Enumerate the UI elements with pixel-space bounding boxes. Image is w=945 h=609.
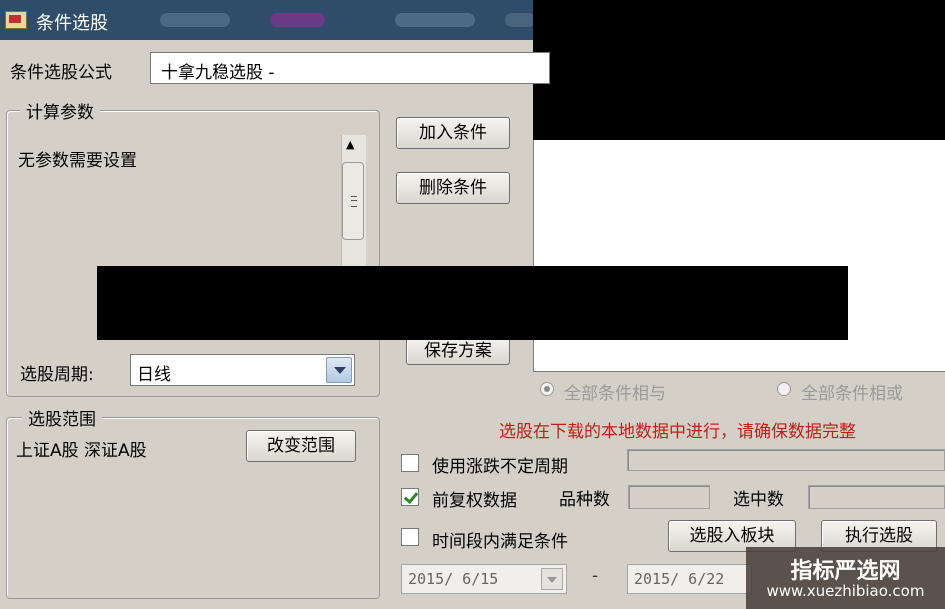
end-date-value: 2015/ 6/22	[634, 570, 725, 588]
title-blur	[505, 13, 535, 27]
range-legend: 选股范围	[22, 405, 102, 430]
chevron-down-icon[interactable]	[541, 568, 563, 590]
data-warning: 选股在下载的本地数据中进行，请确保数据完整	[499, 422, 856, 442]
period-label: 选股周期:	[20, 365, 94, 385]
end-date-picker[interactable]: 2015/ 6/22	[627, 564, 752, 594]
range-value: 上证A股 深证A股	[16, 441, 147, 461]
all-and-label: 全部条件相与	[564, 384, 666, 404]
redaction-block	[533, 0, 945, 140]
adjusted-data-checkbox[interactable]	[401, 488, 419, 506]
time-range-label: 时间段内满足条件	[432, 532, 568, 552]
variety-count-field	[628, 485, 710, 509]
watermark-url: www.xuezhibiao.com	[766, 582, 925, 600]
period-select[interactable]: 日线	[130, 354, 355, 386]
selected-count-label: 选中数	[733, 490, 784, 510]
start-date-picker[interactable]: 2015/ 6/15	[401, 564, 567, 594]
volatile-period-field[interactable]	[627, 449, 945, 471]
start-date-value: 2015/ 6/15	[408, 570, 499, 588]
all-or-radio[interactable]	[777, 382, 791, 396]
date-separator: -	[592, 566, 599, 586]
all-and-radio[interactable]	[540, 382, 554, 396]
volatile-period-label: 使用涨跌不定周期	[432, 457, 568, 477]
selected-count-field	[808, 485, 945, 509]
params-legend: 计算参数	[20, 98, 100, 123]
scroll-up-icon[interactable]: ▲	[346, 138, 354, 151]
scroll-thumb[interactable]	[342, 162, 364, 240]
variety-count-label: 品种数	[559, 490, 610, 510]
all-or-label: 全部条件相或	[801, 384, 903, 404]
app-icon	[5, 11, 27, 29]
title-blur	[395, 13, 475, 27]
scroll-grip-icon	[351, 196, 357, 207]
time-range-checkbox[interactable]	[401, 528, 419, 546]
redaction-block	[97, 266, 848, 340]
title-blur	[270, 13, 325, 27]
period-value: 日线	[137, 365, 171, 385]
chevron-down-icon[interactable]	[326, 357, 352, 383]
delete-condition-button[interactable]: 删除条件	[396, 172, 510, 204]
window-title: 条件选股	[36, 13, 108, 34]
formula-value: 十拿九稳选股 -	[161, 63, 275, 83]
add-condition-button[interactable]: 加入条件	[396, 117, 510, 149]
formula-select[interactable]: 十拿九稳选股 -	[150, 52, 550, 84]
formula-label: 条件选股公式	[10, 63, 112, 83]
no-param-message: 无参数需要设置	[18, 151, 137, 171]
watermark: 指标严选网 www.xuezhibiao.com	[746, 547, 945, 609]
volatile-period-checkbox[interactable]	[401, 454, 419, 472]
title-blur	[160, 13, 230, 27]
change-range-button[interactable]: 改变范围	[246, 430, 356, 462]
watermark-title: 指标严选网	[790, 559, 901, 584]
adjusted-data-label: 前复权数据	[432, 491, 517, 511]
